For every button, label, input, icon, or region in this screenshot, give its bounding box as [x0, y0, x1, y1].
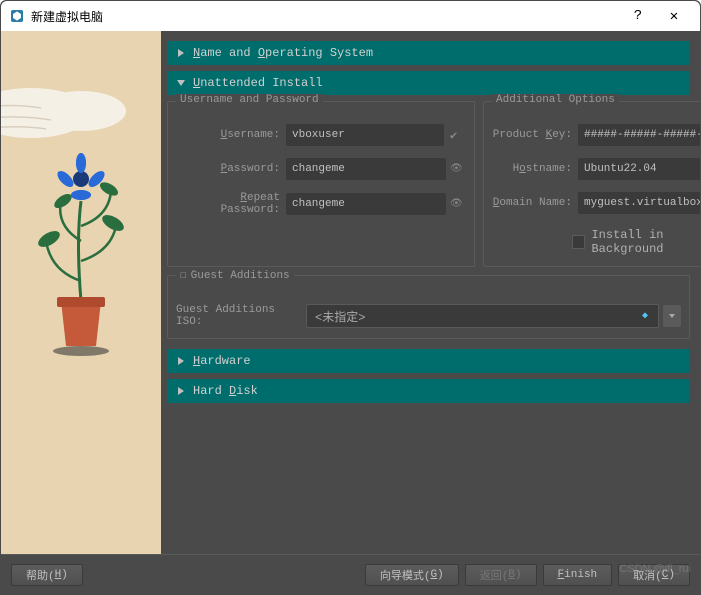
help-button[interactable]: ?: [620, 2, 656, 30]
help-button[interactable]: 帮助(H): [11, 564, 83, 586]
ga-iso-label: Guest Additions ISO:: [176, 304, 306, 328]
eye-icon[interactable]: 👁: [450, 163, 466, 175]
hostname-input[interactable]: [578, 158, 700, 180]
product-key-input[interactable]: [578, 124, 700, 146]
wizard-content: Name and Operating System Unattended Ins…: [161, 31, 700, 554]
section-name-os[interactable]: Name and Operating System: [167, 41, 690, 65]
finish-button[interactable]: Finish: [543, 564, 613, 586]
titlebar: 新建虚拟电脑 ? ✕: [1, 1, 700, 31]
guest-additions-group: ☐Guest Additions Guest Additions ISO: <未…: [167, 275, 690, 339]
window-title: 新建虚拟电脑: [31, 8, 620, 25]
ga-title: Guest Additions: [191, 270, 290, 282]
group-title: Additional Options: [492, 94, 619, 106]
back-button[interactable]: 返回(B): [465, 564, 537, 586]
dialog-window: 新建虚拟电脑 ? ✕: [0, 0, 701, 595]
chevron-right-icon: [175, 385, 187, 397]
close-button[interactable]: ✕: [656, 2, 692, 30]
chevron-right-icon: [175, 47, 187, 59]
repeat-password-input[interactable]: [286, 193, 446, 215]
watermark: CSDN @ifi_rui: [619, 563, 691, 575]
install-background-checkbox[interactable]: [572, 235, 585, 249]
disc-icon: ◆: [642, 310, 648, 322]
install-background-label: Install in Background: [591, 228, 700, 256]
section-unattended[interactable]: Unattended Install: [167, 71, 690, 95]
wizard-art-pane: [1, 31, 161, 554]
app-icon: [9, 8, 25, 24]
dialog-footer: 帮助(H) 向导模式(G) 返回(B) Finish 取消(C): [1, 554, 700, 594]
section-hard-disk[interactable]: Hard Disk: [167, 379, 690, 403]
group-title: Username and Password: [176, 94, 323, 106]
expert-mode-button[interactable]: 向导模式(G): [365, 564, 459, 586]
chevron-down-icon: [175, 77, 187, 89]
additional-options-group: Additional Options Product Key: Hostname…: [483, 101, 700, 267]
username-password-group: Username and Password Username: ✔ Passwo…: [167, 101, 475, 267]
section-hardware[interactable]: Hardware: [167, 349, 690, 373]
chevron-right-icon: [175, 355, 187, 367]
domain-input[interactable]: [578, 192, 700, 214]
ga-iso-dropdown[interactable]: [663, 305, 681, 327]
password-input[interactable]: [286, 158, 446, 180]
username-input[interactable]: [286, 124, 444, 146]
check-icon: ✔: [450, 128, 466, 143]
eye-icon[interactable]: 👁: [450, 198, 466, 210]
ga-iso-select[interactable]: <未指定> ◆: [306, 304, 659, 328]
